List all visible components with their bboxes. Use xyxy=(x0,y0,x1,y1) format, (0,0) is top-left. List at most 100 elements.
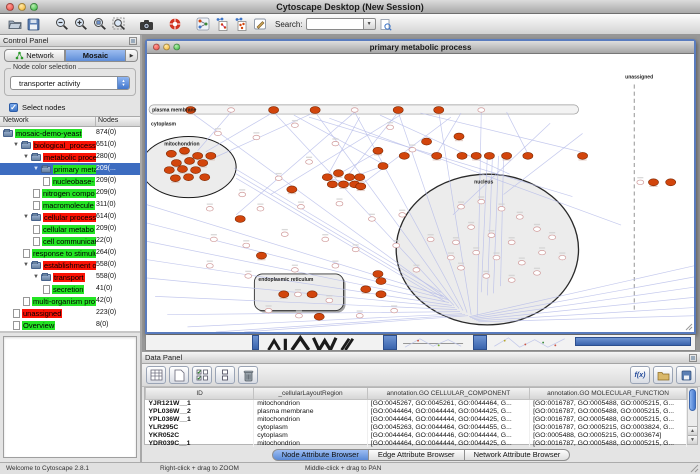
table-column-header[interactable]: annotation.GO MOLECULAR_FUNCTION xyxy=(530,388,687,399)
graph-node[interactable] xyxy=(235,216,245,223)
tree-row[interactable]: cell communicat22(0) xyxy=(0,235,140,247)
window-titlebar[interactable]: Cytoscape Desktop (New Session) xyxy=(0,0,700,14)
tree-column-nodes[interactable]: Nodes xyxy=(95,117,140,126)
graph-node[interactable] xyxy=(322,237,329,241)
tree-row[interactable]: ▼cellular process614(0) xyxy=(0,211,140,223)
search-dropdown-arrow[interactable]: ▼ xyxy=(364,18,376,30)
table-row[interactable]: YJR121W__1mitochondrion[GO:0045267, GO:0… xyxy=(146,399,687,407)
annotation-tool-button[interactable] xyxy=(250,15,269,33)
graph-node[interactable] xyxy=(427,237,434,241)
tree-row[interactable]: nitrogen compo209(0) xyxy=(0,187,140,199)
expand-toggle-icon[interactable]: ▼ xyxy=(33,163,41,175)
graph-node[interactable] xyxy=(376,291,386,298)
graph-node[interactable] xyxy=(170,175,180,182)
tree-row[interactable]: ▼metabolic process280(0) xyxy=(0,151,140,163)
unselect-attributes-button[interactable] xyxy=(215,366,235,384)
expand-toggle-icon[interactable]: ▼ xyxy=(23,211,31,223)
zoom-in-button[interactable] xyxy=(71,15,90,33)
tab-network-attribute-browser[interactable]: Network Attribute Browser xyxy=(465,449,571,461)
scrollbar-thumb[interactable] xyxy=(689,389,696,411)
graph-node[interactable] xyxy=(393,243,400,247)
tree-row[interactable]: macromolecule311(0) xyxy=(0,199,140,211)
graph-node[interactable] xyxy=(637,180,644,184)
graph-node[interactable] xyxy=(355,174,365,181)
tree-row[interactable]: response to stimulu264(0) xyxy=(0,247,140,259)
table-row[interactable]: YKR052Ccytoplasm[GO:0044464, GO:0044446,… xyxy=(146,431,687,439)
take-snapshot-button[interactable] xyxy=(137,15,156,33)
graph-node[interactable] xyxy=(166,150,176,157)
graph-node[interactable] xyxy=(539,250,546,254)
graph-node[interactable] xyxy=(200,174,210,181)
tree-row[interactable]: ▼biological_process651(0) xyxy=(0,139,140,151)
table-row[interactable]: YPL036W__2plasma membrane[GO:0044464, GO… xyxy=(146,407,687,415)
graph-node[interactable] xyxy=(413,268,420,272)
import-attributes-button[interactable] xyxy=(653,366,673,384)
graph-node[interactable] xyxy=(275,176,282,180)
graph-node[interactable] xyxy=(206,207,213,211)
graph-node[interactable] xyxy=(666,179,676,186)
graph-node[interactable] xyxy=(177,166,187,173)
table-column-header[interactable]: annotation.GO CELLULAR_COMPONENT xyxy=(367,388,529,399)
graph-node[interactable] xyxy=(508,278,515,282)
background-windows-strip[interactable] xyxy=(145,335,696,351)
network-canvas[interactable]: plasma membranecytoplasmmitochondrionnuc… xyxy=(147,54,694,332)
tab-node-attribute-browser[interactable]: Node Attribute Browser xyxy=(272,449,369,461)
graph-node[interactable] xyxy=(478,108,485,112)
table-row[interactable]: YPL036W__1mitochondrion[GO:0044464, GO:0… xyxy=(146,415,687,423)
resize-grip-icon[interactable] xyxy=(684,322,693,331)
attribute-checklist-button[interactable] xyxy=(192,366,212,384)
attribute-table-header[interactable]: ID_cellularLayoutRegionannotation.GO CEL… xyxy=(146,388,687,399)
graph-node[interactable] xyxy=(534,227,541,231)
zoom-fit-content-button[interactable] xyxy=(109,15,128,33)
tree-row[interactable]: ▼transport558(0) xyxy=(0,271,140,283)
save-session-button[interactable] xyxy=(24,15,43,33)
graph-node[interactable] xyxy=(322,174,332,181)
graph-node[interactable] xyxy=(307,291,317,298)
graph-node[interactable] xyxy=(378,163,388,170)
graph-node[interactable] xyxy=(488,233,495,237)
expand-toggle-icon[interactable]: ▼ xyxy=(23,151,31,163)
graph-node[interactable] xyxy=(296,313,303,317)
new-attribute-button[interactable] xyxy=(169,366,189,384)
graph-node[interactable] xyxy=(399,152,409,159)
graph-node[interactable] xyxy=(327,181,337,188)
graph-node[interactable] xyxy=(306,160,313,164)
graph-node[interactable] xyxy=(484,152,494,159)
graph-node[interactable] xyxy=(454,133,464,140)
export-attributes-button[interactable] xyxy=(676,366,696,384)
tree-row[interactable]: multi-organism pro42(0) xyxy=(0,295,140,307)
graph-node[interactable] xyxy=(434,107,444,114)
graph-node[interactable] xyxy=(206,152,216,159)
open-file-button[interactable] xyxy=(5,15,24,33)
graph-node[interactable] xyxy=(336,201,343,205)
graph-node[interactable] xyxy=(298,205,305,209)
graph-node[interactable] xyxy=(256,252,266,259)
graph-node[interactable] xyxy=(345,174,355,181)
graph-node[interactable] xyxy=(243,243,250,247)
tree-row[interactable]: nucleobase-209(0) xyxy=(0,175,140,187)
graph-node[interactable] xyxy=(391,308,398,312)
search-options-button[interactable] xyxy=(376,15,395,33)
table-column-header[interactable]: _cellularLayoutRegion xyxy=(254,388,368,399)
birdseye-view[interactable] xyxy=(3,336,137,458)
zoom-out-button[interactable] xyxy=(52,15,71,33)
graph-node[interactable] xyxy=(478,199,485,203)
graph-node[interactable] xyxy=(193,152,203,159)
graph-node[interactable] xyxy=(483,274,490,278)
table-row[interactable]: YDR039C__1mitochondrion[GO:0044464, GO:0… xyxy=(146,439,687,447)
tree-row[interactable]: secretion41(0) xyxy=(0,283,140,295)
graph-node[interactable] xyxy=(578,152,588,159)
graph-node[interactable] xyxy=(473,250,480,254)
select-nodes-checkbox[interactable]: ✓ xyxy=(9,103,18,112)
graph-node[interactable] xyxy=(245,274,252,278)
tree-column-network[interactable]: Network xyxy=(0,117,95,126)
graph-node[interactable] xyxy=(351,108,358,112)
help-plugins-button[interactable] xyxy=(165,15,184,33)
graph-node[interactable] xyxy=(376,278,386,285)
graph-node[interactable] xyxy=(516,215,523,219)
graph-node[interactable] xyxy=(453,240,460,244)
graph-node[interactable] xyxy=(387,125,394,129)
graph-node[interactable] xyxy=(458,266,465,270)
graph-node[interactable] xyxy=(281,232,288,236)
graph-node[interactable] xyxy=(257,207,264,211)
